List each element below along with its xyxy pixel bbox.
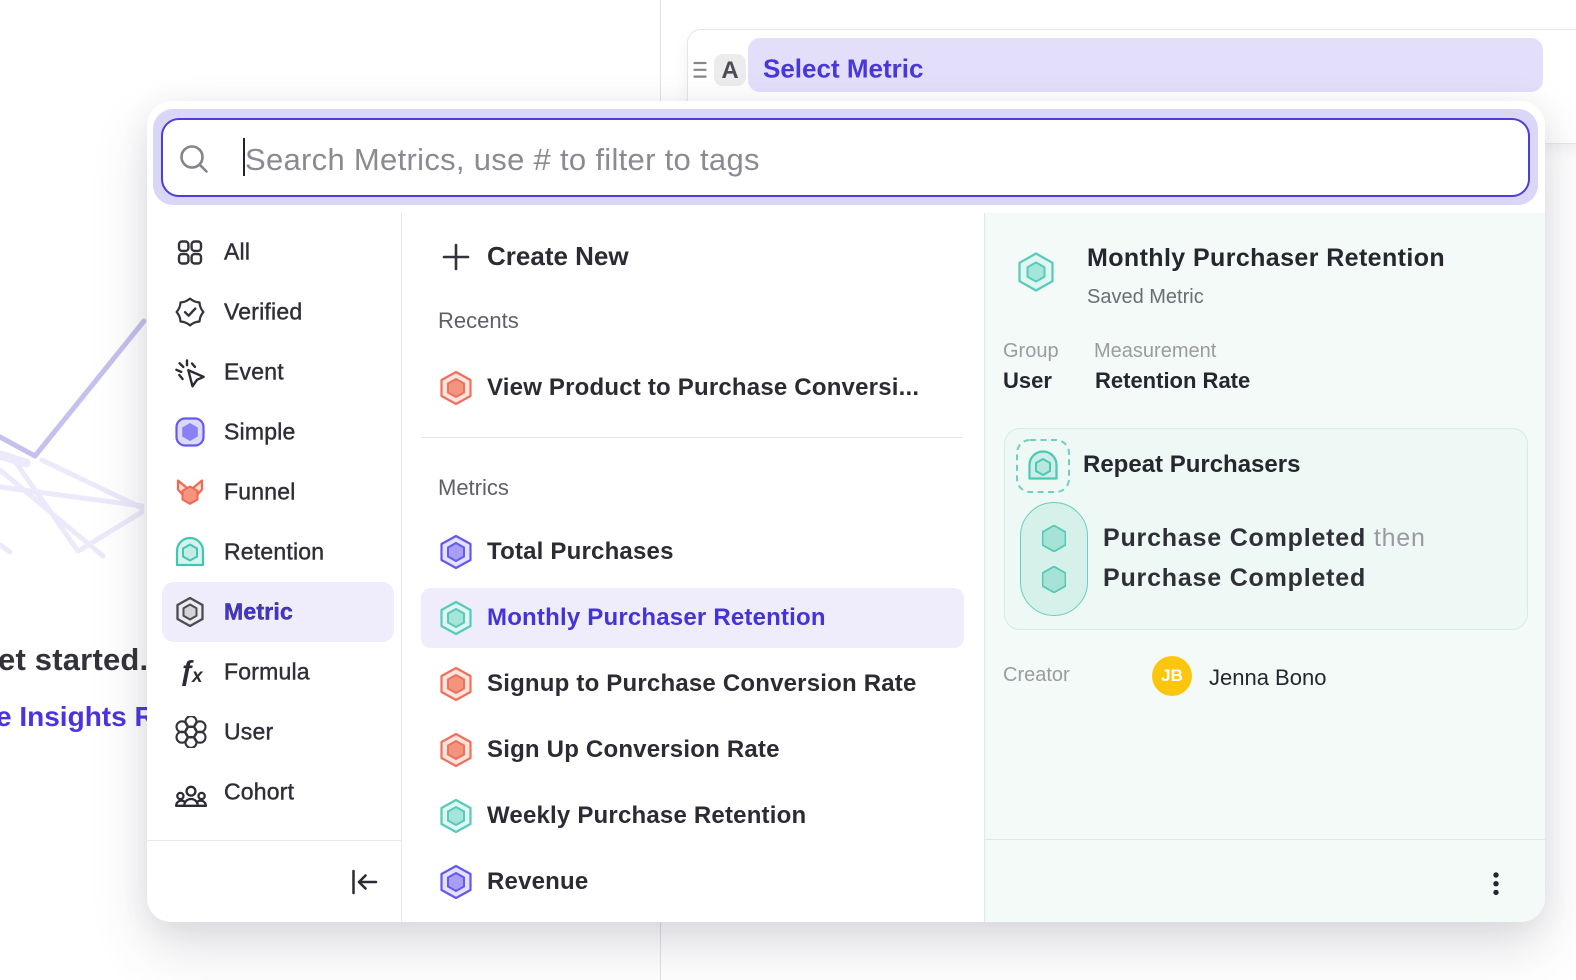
- svg-text:x: x: [191, 666, 204, 687]
